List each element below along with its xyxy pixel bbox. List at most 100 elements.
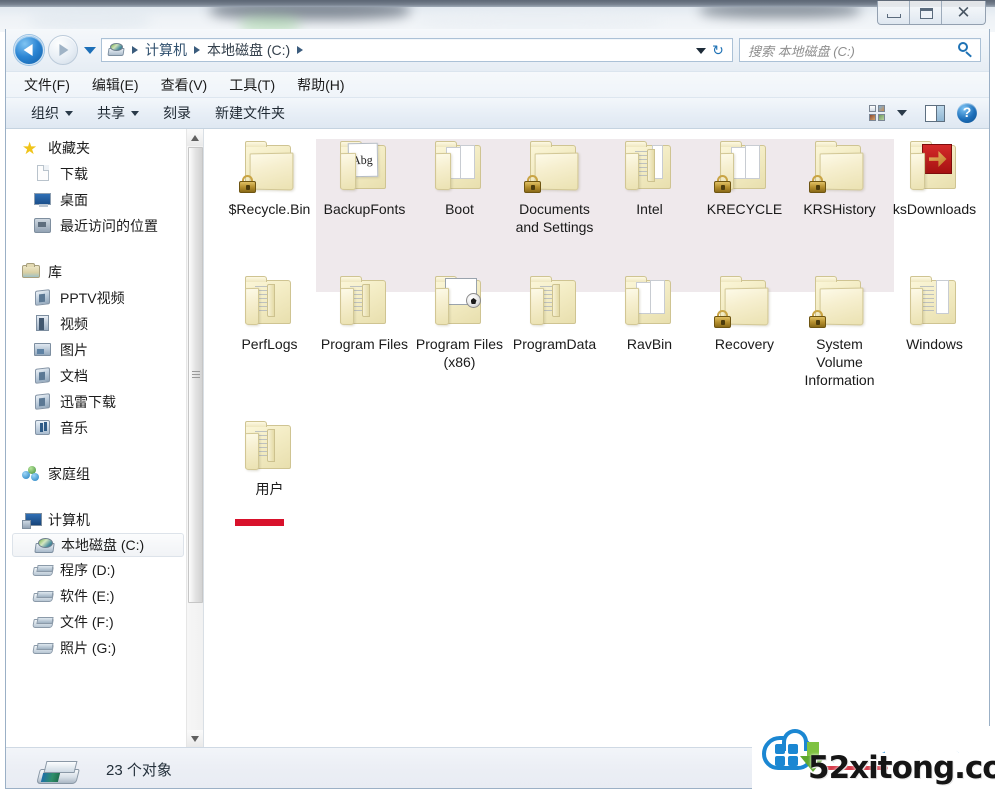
menu-tools[interactable]: 工具(T) bbox=[218, 75, 286, 95]
breadcrumb-local-disk-c[interactable]: 本地磁盘 (C:) bbox=[205, 40, 292, 60]
command-bar: 组织 共享 刻录 新建文件夹 ? bbox=[6, 97, 989, 129]
sidebar-item-downloads[interactable]: 下载 bbox=[6, 161, 186, 187]
breadcrumb-separator-icon[interactable] bbox=[297, 46, 304, 54]
breadcrumb-computer[interactable]: 计算机 bbox=[143, 40, 189, 60]
menu-view[interactable]: 查看(V) bbox=[150, 75, 219, 95]
menu-edit[interactable]: 编辑(E) bbox=[81, 75, 150, 95]
sidebar-item-computer[interactable]: 计算机 bbox=[6, 507, 186, 533]
share-label: 共享 bbox=[97, 105, 125, 121]
file-item[interactable]: 用户 bbox=[222, 415, 317, 550]
lock-icon bbox=[808, 310, 826, 328]
scroll-down-arrow-icon[interactable] bbox=[187, 730, 203, 747]
file-item[interactable]: RavBin bbox=[602, 270, 697, 405]
sidebar-item-pptv-video[interactable]: PPTV视频 bbox=[6, 285, 186, 311]
chevron-down-icon bbox=[131, 110, 139, 116]
views-icon[interactable] bbox=[869, 104, 887, 122]
file-item[interactable]: System Volume Information bbox=[792, 270, 887, 405]
minimize-button[interactable] bbox=[878, 1, 910, 24]
file-name: BackupFonts bbox=[323, 201, 406, 217]
sidebar-item-disk-f[interactable]: 文件 (F:) bbox=[6, 609, 186, 635]
sidebar-item-desktop[interactable]: 桌面 bbox=[6, 187, 186, 213]
file-item[interactable]: KRSHistory bbox=[792, 135, 887, 270]
preview-pane-icon[interactable] bbox=[925, 104, 945, 122]
sidebar-item-local-disk-c[interactable]: 本地磁盘 (C:) bbox=[12, 533, 184, 557]
file-item[interactable]: $Recycle.Bin bbox=[222, 135, 317, 270]
organize-button[interactable]: 组织 bbox=[19, 101, 85, 125]
file-item[interactable]: Boot bbox=[412, 135, 507, 270]
views-chevron-down-icon[interactable] bbox=[897, 110, 907, 116]
maximize-button[interactable] bbox=[910, 1, 942, 24]
search-icon bbox=[957, 42, 973, 58]
hard-disk-icon bbox=[32, 639, 54, 657]
file-item[interactable]: Documents and Settings bbox=[507, 135, 602, 270]
window-content: ★ 收藏夹 下载 桌面 最近访问的位置 库 PPTV视频 视频 图片 文档 迅雷… bbox=[6, 129, 989, 747]
media-library-icon bbox=[32, 393, 54, 411]
file-name: ProgramData bbox=[512, 336, 597, 352]
forward-button[interactable] bbox=[48, 35, 78, 65]
sidebar-item-favorites[interactable]: ★ 收藏夹 bbox=[6, 135, 186, 161]
sidebar-item-pictures[interactable]: 图片 bbox=[6, 337, 186, 363]
navigation-pane-scrollbar[interactable] bbox=[186, 129, 203, 747]
sidebar-item-homegroup[interactable]: 家庭组 bbox=[6, 461, 186, 487]
library-icon bbox=[20, 263, 42, 281]
explorer-window-screenshot: ✕ 计算机 本地磁盘 (C:) ↻ 搜索 本地磁盘 (C:) 文件(F) 编辑(… bbox=[0, 0, 995, 793]
scrollbar-thumb[interactable] bbox=[188, 147, 203, 603]
sidebar-item-thunder-downloads[interactable]: 迅雷下载 bbox=[6, 389, 186, 415]
search-box[interactable]: 搜索 本地磁盘 (C:) bbox=[739, 38, 981, 62]
burn-button[interactable]: 刻录 bbox=[151, 101, 203, 125]
history-dropdown-icon[interactable] bbox=[84, 46, 96, 54]
back-button[interactable] bbox=[14, 35, 44, 65]
sidebar-item-disk-d[interactable]: 程序 (D:) bbox=[6, 557, 186, 583]
file-item[interactable]: Intel bbox=[602, 135, 697, 270]
breadcrumb-bar[interactable]: 计算机 本地磁盘 (C:) ↻ bbox=[101, 38, 733, 62]
burn-label: 刻录 bbox=[163, 105, 191, 121]
sidebar-label: 软件 (E:) bbox=[60, 588, 115, 604]
file-item[interactable]: Program Files (x86) bbox=[412, 270, 507, 405]
help-icon[interactable]: ? bbox=[957, 103, 977, 123]
close-button[interactable]: ✕ bbox=[942, 1, 985, 24]
sidebar-item-disk-e[interactable]: 软件 (E:) bbox=[6, 583, 186, 609]
file-name: Intel bbox=[636, 201, 663, 217]
menu-help[interactable]: 帮助(H) bbox=[286, 75, 355, 95]
file-item[interactable]: ksDownloads bbox=[887, 135, 982, 270]
search-input[interactable]: 搜索 本地磁盘 (C:) bbox=[748, 41, 855, 60]
file-name: Boot bbox=[445, 201, 474, 217]
sidebar-item-recent-places[interactable]: 最近访问的位置 bbox=[6, 213, 186, 239]
breadcrumb-chevron-down-icon[interactable] bbox=[696, 48, 706, 54]
new-folder-button[interactable]: 新建文件夹 bbox=[203, 101, 297, 125]
share-button[interactable]: 共享 bbox=[85, 101, 151, 125]
sidebar-label: 家庭组 bbox=[48, 466, 90, 482]
organize-label: 组织 bbox=[31, 105, 59, 121]
file-item[interactable]: Program Files bbox=[317, 270, 412, 405]
file-item[interactable]: Recovery bbox=[697, 270, 792, 405]
file-item[interactable]: Abg BackupFonts bbox=[317, 135, 412, 270]
lock-icon bbox=[713, 175, 731, 193]
sidebar-item-documents[interactable]: 文档 bbox=[6, 363, 186, 389]
local-disk-icon bbox=[36, 760, 80, 786]
folder-icon bbox=[808, 274, 871, 332]
breadcrumb-separator-icon bbox=[132, 46, 138, 54]
sidebar-item-videos[interactable]: 视频 bbox=[6, 311, 186, 337]
sidebar-item-music[interactable]: 音乐 bbox=[6, 415, 186, 441]
file-item[interactable]: PerfLogs bbox=[222, 270, 317, 405]
folder-icon bbox=[619, 274, 681, 332]
menu-file[interactable]: 文件(F) bbox=[13, 75, 81, 95]
folder-icon bbox=[524, 274, 586, 332]
scroll-up-arrow-icon[interactable] bbox=[187, 129, 203, 146]
nav-group-computer: 计算机 本地磁盘 (C:) 程序 (D:) 软件 (E:) 文件 (F:) 照片… bbox=[6, 507, 186, 661]
navigation-pane: ★ 收藏夹 下载 桌面 最近访问的位置 库 PPTV视频 视频 图片 文档 迅雷… bbox=[6, 129, 203, 747]
item-count-label: 23 个对象 bbox=[106, 762, 172, 779]
sidebar-item-disk-g[interactable]: 照片 (G:) bbox=[6, 635, 186, 661]
file-item[interactable]: KRECYCLE bbox=[697, 135, 792, 270]
refresh-button[interactable]: ↻ bbox=[708, 41, 728, 60]
computer-icon bbox=[20, 511, 42, 529]
file-item[interactable]: Windows bbox=[887, 270, 982, 405]
documents-library-icon bbox=[32, 367, 54, 385]
file-item[interactable]: ProgramData bbox=[507, 270, 602, 405]
file-list-pane[interactable]: $Recycle.Bin Abg BackupFonts Boot Docume… bbox=[203, 129, 989, 747]
watermark: 电脑系统下载 52xitong.com bbox=[752, 726, 995, 793]
sidebar-item-libraries[interactable]: 库 bbox=[6, 259, 186, 285]
picture-thumbnail-icon bbox=[444, 278, 481, 308]
explorer-window: 计算机 本地磁盘 (C:) ↻ 搜索 本地磁盘 (C:) 文件(F) 编辑(E)… bbox=[5, 29, 990, 789]
file-name: KRSHistory bbox=[803, 201, 876, 217]
